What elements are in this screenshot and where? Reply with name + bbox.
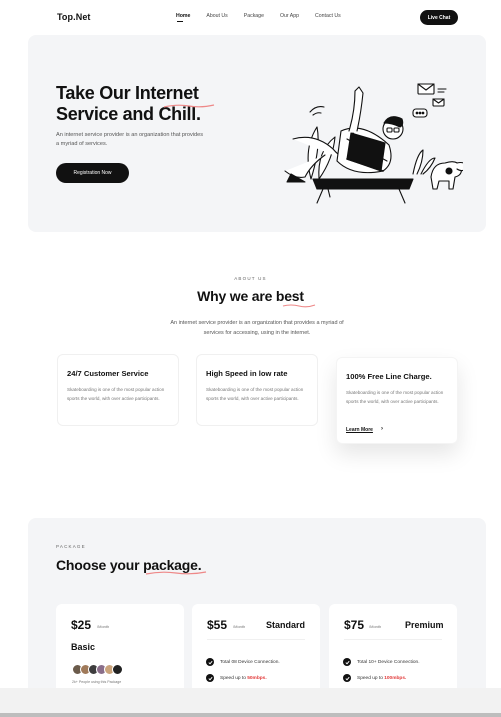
about-title: Why we are best <box>0 288 501 304</box>
plan-feature-text: Total 08 Device Connection. <box>220 659 280 665</box>
plan-feature-row: Speed up to 50mbps. <box>206 674 267 682</box>
plan-period: /Month <box>97 624 110 629</box>
feature-card-high-speed: High Speed in low rate Skateboarding is … <box>196 354 318 426</box>
live-chat-button[interactable]: Live Chat <box>420 10 458 25</box>
nav-links: Home About Us Package Our App Contact Us <box>176 13 357 22</box>
plan-feature-text: Speed up to 50mbps. <box>220 676 267 681</box>
hero-section: Take Our Internet Service and Chill. An … <box>28 35 486 232</box>
plan-card-basic[interactable]: $25 /Month Basic 2k+ People using this P… <box>56 604 184 688</box>
plan-price: $75 <box>344 618 365 632</box>
plan-feature-text: Speed up to 100mbps. <box>357 676 406 681</box>
package-title-prefix: Choose your <box>56 557 144 573</box>
person-with-laptop-illustration <box>284 83 463 204</box>
speed-value: 100mbps. <box>384 675 407 681</box>
learn-more-link[interactable]: Learn More <box>346 427 373 433</box>
feature-text: Skateboarding is one of the most popular… <box>67 387 165 401</box>
check-icon <box>343 674 351 682</box>
about-title-highlight: best <box>275 288 304 304</box>
nav-link-about[interactable]: About Us <box>206 13 227 19</box>
plan-period: /Month <box>233 624 246 629</box>
users-note: 2k+ People using this Package <box>72 680 122 684</box>
speed-label: Speed up to <box>357 675 385 681</box>
package-underline-squiggle <box>145 571 207 575</box>
feature-card-customer-service: 24/7 Customer Service Skateboarding is o… <box>57 354 179 426</box>
plan-name: Basic <box>71 642 96 652</box>
divider <box>344 639 442 640</box>
page: Top.Net Home About Us Package Our App Co… <box>0 0 501 688</box>
hero-underline-squiggle <box>163 104 215 108</box>
nav-link-app[interactable]: Our App <box>280 13 299 19</box>
speed-value: 50mbps. <box>247 675 267 681</box>
nav-link-package[interactable]: Package <box>244 13 264 19</box>
package-section: PACKAGE Choose your package. $25 /Month … <box>28 518 486 688</box>
about-description: An internet service provider is an organ… <box>170 320 344 336</box>
feature-card-free-line: 100% Free Line Charge. Skateboarding is … <box>336 357 458 444</box>
feature-title: High Speed in low rate <box>206 369 288 378</box>
plan-feature-text: Total 10+ Device Connection. <box>357 659 420 665</box>
feature-text: Skateboarding is one of the most popular… <box>346 390 444 404</box>
check-icon <box>206 658 214 666</box>
check-icon <box>343 658 351 666</box>
hero-description: An internet service provider is an organ… <box>56 132 204 147</box>
speed-label: Speed up to <box>220 675 248 681</box>
registration-button[interactable]: Registration Now <box>56 163 129 183</box>
feature-title: 100% Free Line Charge. <box>346 372 432 381</box>
plan-feature-row: Total 08 Device Connection. <box>206 658 280 666</box>
user-avatars <box>72 664 123 675</box>
nav-link-home[interactable]: Home <box>176 13 190 22</box>
plan-card-premium[interactable]: $75 /Month Premium Total 10+ Device Conn… <box>329 604 457 688</box>
hero-title-line-1: Take Our Internet <box>56 83 199 103</box>
plan-name: Premium <box>405 620 444 630</box>
about-eyebrow: ABOUT US <box>234 276 267 281</box>
chevron-right-icon[interactable]: › <box>381 426 383 432</box>
nav-link-contact[interactable]: Contact Us <box>315 13 341 19</box>
package-eyebrow: PACKAGE <box>56 544 86 549</box>
plan-feature-row: Speed up to 100mbps. <box>343 674 406 682</box>
feature-title: 24/7 Customer Service <box>67 369 149 378</box>
plan-period: /Month <box>369 624 382 629</box>
plan-card-standard[interactable]: $55 /Month Standard Total 08 Device Conn… <box>192 604 320 688</box>
divider <box>207 639 305 640</box>
about-underline-squiggle <box>282 304 316 308</box>
about-title-prefix: Why we are <box>197 288 276 304</box>
top-nav: Top.Net Home About Us Package Our App Co… <box>0 0 501 34</box>
plan-name: Standard <box>266 620 306 630</box>
plan-feature-row: Total 10+ Device Connection. <box>343 658 420 666</box>
feature-text: Skateboarding is one of the most popular… <box>206 387 304 401</box>
plan-price: $55 <box>207 618 228 632</box>
check-icon <box>206 674 214 682</box>
avatar <box>112 664 123 675</box>
horizontal-scrollbar[interactable] <box>0 713 501 717</box>
logo[interactable]: Top.Net <box>57 12 91 22</box>
plan-price: $25 <box>71 618 92 632</box>
